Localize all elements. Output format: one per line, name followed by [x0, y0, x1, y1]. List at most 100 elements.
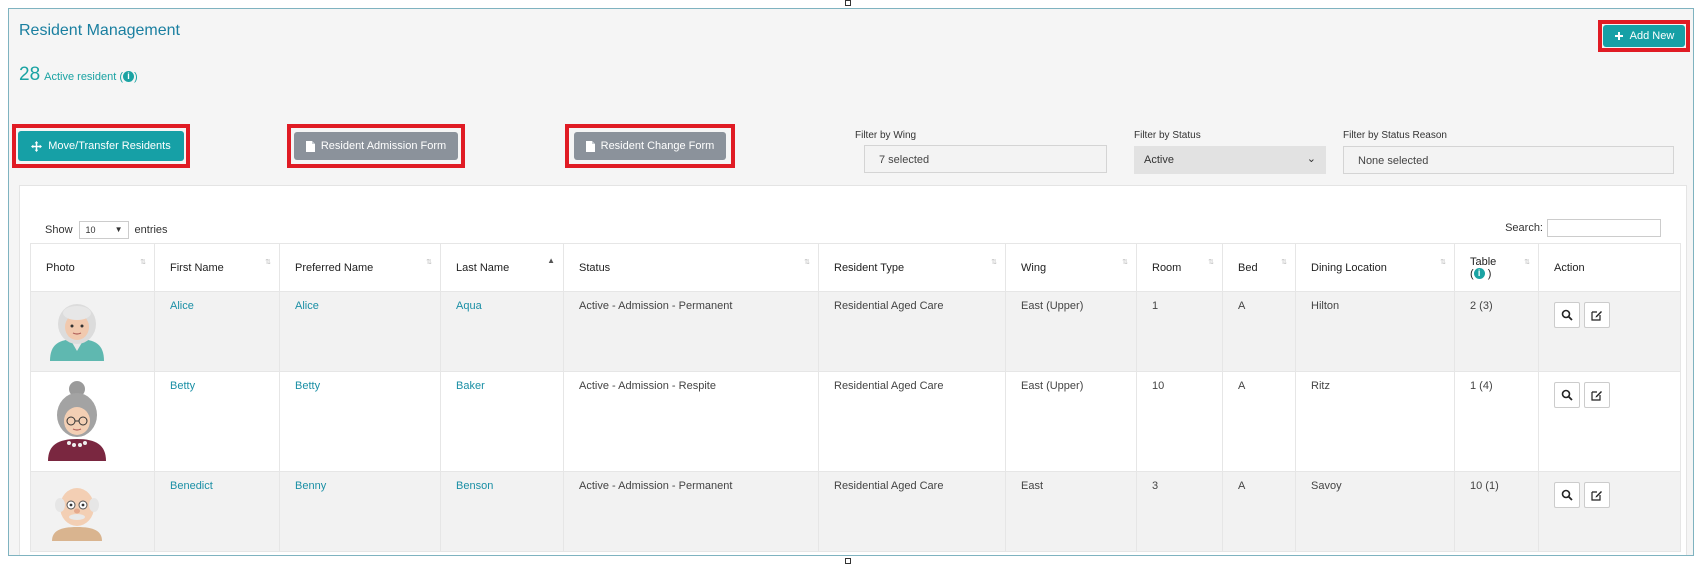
move-icon — [31, 140, 43, 152]
resident-photo-betty[interactable] — [46, 379, 108, 461]
search-label: Search: — [1505, 222, 1543, 234]
move-transfer-highlight: Move/Transfer Residents — [12, 124, 190, 168]
sort-icon: ⇅ — [991, 259, 997, 266]
bed-cell: A — [1222, 471, 1296, 552]
search-icon — [1561, 389, 1573, 401]
column-header[interactable]: Room ⇅ — [1136, 243, 1223, 292]
wing-cell: East (Upper) — [1005, 371, 1137, 472]
preferred-name-cell[interactable]: Benny — [279, 471, 441, 552]
last-name-cell[interactable]: Aqua — [440, 291, 564, 372]
column-header[interactable]: Wing ⇅ — [1005, 243, 1137, 292]
admission-form-button[interactable]: Resident Admission Form — [294, 132, 458, 160]
active-resident-count: 28 Active resident (i) — [19, 64, 138, 86]
view-button[interactable] — [1554, 302, 1580, 328]
wing-cell: East — [1005, 471, 1137, 552]
sort-icon: ⇅ — [265, 259, 271, 266]
resident-management-panel: Resident Management 28 Active resident (i… — [8, 8, 1694, 556]
preferred-name-cell[interactable]: Alice — [279, 291, 441, 372]
table-row: Betty Betty Baker Active - Admission - R… — [30, 371, 1681, 472]
view-button[interactable] — [1554, 382, 1580, 408]
active-count-label-end: ) — [134, 71, 138, 83]
sort-icon: ⇅ — [140, 259, 146, 266]
change-form-highlight: Resident Change Form — [565, 124, 735, 168]
edit-icon — [1591, 491, 1602, 501]
residents-table: Photo ⇅ First Name ⇅ Preferred Name ⇅ Last … — [30, 243, 1681, 552]
column-header: Action — [1538, 243, 1681, 292]
sort-icon: ⇅ — [426, 259, 432, 266]
column-header[interactable]: Dining Location ⇅ — [1295, 243, 1455, 292]
sort-icon: ⇅ — [1440, 259, 1446, 266]
sort-asc-icon: ▲ — [547, 256, 555, 265]
edit-button[interactable] — [1584, 482, 1610, 508]
first-name-cell[interactable]: Betty — [154, 371, 280, 472]
search-icon — [1561, 309, 1573, 321]
entries-control: Show 10 ▼ entries — [45, 221, 168, 239]
info-icon: i — [1473, 267, 1485, 279]
edit-button[interactable] — [1584, 382, 1610, 408]
last-name-cell[interactable]: Benson — [440, 471, 564, 552]
document-icon — [585, 140, 595, 152]
column-header[interactable]: Table(i ) ⇅ — [1454, 243, 1539, 292]
plus-icon — [1614, 32, 1623, 40]
move-transfer-label: Move/Transfer Residents — [48, 140, 171, 152]
active-count-number: 28 — [19, 64, 41, 85]
filter-reason-select[interactable]: None selected — [1343, 146, 1674, 174]
bed-cell: A — [1222, 291, 1296, 372]
caret-down-icon: ▼ — [114, 225, 123, 234]
column-header[interactable]: Preferred Name ⇅ — [279, 243, 441, 292]
column-header[interactable]: Photo ⇅ — [30, 243, 155, 292]
sort-icon: ⇅ — [1122, 259, 1128, 266]
filter-status-value: Active — [1144, 154, 1174, 166]
column-header[interactable]: Bed ⇅ — [1222, 243, 1296, 292]
edit-button[interactable] — [1584, 302, 1610, 328]
table-cell: 10 (1) — [1454, 471, 1539, 552]
change-form-label: Resident Change Form — [600, 140, 715, 152]
table-row: Benedict Benny Benson Active - Admission… — [30, 471, 1681, 552]
sort-icon: ⇅ — [1281, 259, 1287, 266]
move-transfer-button[interactable]: Move/Transfer Residents — [18, 131, 184, 161]
photo-cell — [30, 291, 155, 372]
admission-form-highlight: Resident Admission Form — [287, 124, 465, 168]
column-header[interactable]: Last Name ▲ — [440, 243, 564, 292]
resident-photo-alice[interactable] — [46, 299, 108, 361]
filter-reason-label: Filter by Status Reason — [1343, 130, 1447, 141]
first-name-cell[interactable]: Alice — [154, 291, 280, 372]
column-header[interactable]: First Name ⇅ — [154, 243, 280, 292]
action-cell — [1538, 291, 1681, 372]
add-new-highlight: Add New — [1598, 20, 1690, 52]
entries-select[interactable]: 10 ▼ — [78, 221, 129, 239]
status-cell: Active - Admission - Permanent — [563, 291, 819, 372]
search-input[interactable] — [1547, 219, 1661, 237]
action-cell — [1538, 371, 1681, 472]
filter-status-select[interactable]: Active ⌄ — [1134, 146, 1326, 174]
last-name-cell[interactable]: Baker — [440, 371, 564, 472]
bed-cell: A — [1222, 371, 1296, 472]
search-control: Search: — [1505, 219, 1661, 237]
resize-handle-bottom[interactable] — [845, 558, 851, 564]
search-icon — [1561, 489, 1573, 501]
photo-cell — [30, 471, 155, 552]
room-cell: 1 — [1136, 291, 1223, 372]
caret-down-icon: ⌄ — [1306, 153, 1316, 165]
preferred-name-cell[interactable]: Betty — [279, 371, 441, 472]
edit-icon — [1591, 311, 1602, 321]
resident-photo-benedict[interactable] — [46, 479, 108, 541]
admission-form-label: Resident Admission Form — [320, 140, 447, 152]
column-header[interactable]: Status ⇅ — [563, 243, 819, 292]
filter-wing-select[interactable]: 7 selected — [864, 145, 1107, 173]
edit-icon — [1591, 391, 1602, 401]
first-name-cell[interactable]: Benedict — [154, 471, 280, 552]
table-header-row: Photo ⇅ First Name ⇅ Preferred Name ⇅ Last … — [30, 243, 1681, 292]
filter-wing-label: Filter by Wing — [855, 130, 917, 141]
dining-location-cell: Hilton — [1295, 291, 1455, 372]
info-icon[interactable]: i — [123, 71, 135, 82]
add-new-button[interactable]: Add New — [1603, 25, 1685, 47]
column-header[interactable]: Resident Type ⇅ — [818, 243, 1006, 292]
resident-type-cell: Residential Aged Care — [818, 291, 1006, 372]
resize-handle-top[interactable] — [845, 0, 851, 6]
view-button[interactable] — [1554, 482, 1580, 508]
change-form-button[interactable]: Resident Change Form — [574, 132, 726, 160]
table-cell: 1 (4) — [1454, 371, 1539, 472]
dining-location-cell: Savoy — [1295, 471, 1455, 552]
entries-label: entries — [134, 224, 168, 236]
